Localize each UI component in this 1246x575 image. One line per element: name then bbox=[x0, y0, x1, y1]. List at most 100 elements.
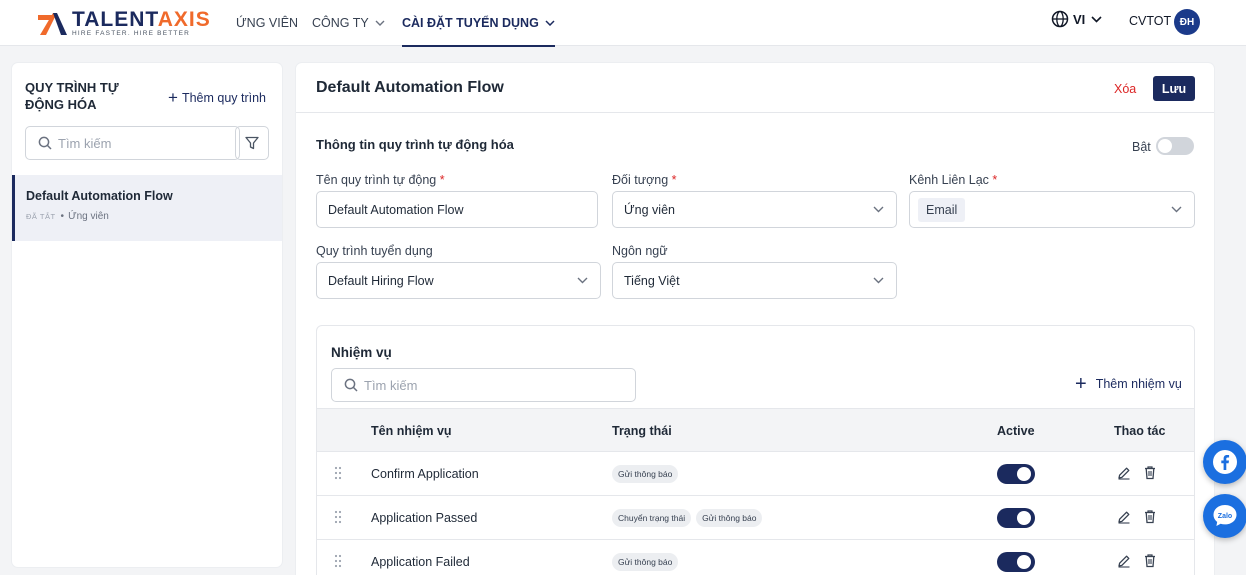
zalo-label: Zalo bbox=[1217, 512, 1233, 520]
user-name[interactable]: CVTOT bbox=[1129, 14, 1171, 28]
language-value: Tiếng Việt bbox=[624, 273, 680, 288]
enable-toggle[interactable] bbox=[1156, 137, 1194, 155]
task-status-tag: Gửi thông báo bbox=[612, 465, 679, 483]
column-header-status: Trạng thái bbox=[612, 424, 672, 438]
flow-name-label: Tên quy trình tự động * bbox=[316, 173, 445, 187]
sidebar-search[interactable] bbox=[25, 126, 240, 160]
language-label: Ngôn ngữ bbox=[612, 244, 668, 258]
hiring-flow-select[interactable]: Default Hiring Flow bbox=[316, 262, 601, 299]
task-name: Confirm Application bbox=[371, 467, 479, 481]
chevron-down-icon bbox=[1091, 15, 1102, 23]
hiring-flow-label: Quy trình tuyển dụng bbox=[316, 244, 433, 258]
channel-select[interactable]: Email bbox=[909, 191, 1195, 228]
brand-logo[interactable]: TALENTAXIS HIRE FASTER. HIRE BETTER bbox=[36, 9, 211, 38]
delete-button[interactable]: Xóa bbox=[1106, 77, 1145, 101]
user-avatar[interactable]: ĐH bbox=[1174, 9, 1200, 35]
page-title: Default Automation Flow bbox=[316, 79, 504, 96]
edit-icon[interactable] bbox=[1117, 510, 1131, 524]
sidebar-search-input[interactable] bbox=[58, 135, 208, 151]
task-search-input[interactable] bbox=[364, 377, 514, 393]
task-name: Application Passed bbox=[371, 511, 478, 525]
channel-label: Kênh Liên Lạc * bbox=[909, 173, 998, 187]
flow-name-input[interactable]: Default Automation Flow bbox=[316, 191, 598, 228]
drag-handle-icon[interactable] bbox=[334, 554, 342, 568]
drag-handle-icon[interactable] bbox=[334, 510, 342, 524]
table-header: Tên nhiệm vụ Trạng thái Active Thao tác bbox=[317, 408, 1194, 452]
brand-tagline: HIRE FASTER. HIRE BETTER bbox=[72, 30, 191, 37]
flow-detail-panel: Default Automation Flow Xóa Lưu Thông ti… bbox=[296, 63, 1214, 575]
nav-item-label: CÔNG TY bbox=[312, 16, 369, 30]
target-select[interactable]: Ứng viên bbox=[612, 191, 897, 228]
add-task-label: Thêm nhiệm vụ bbox=[1095, 377, 1182, 391]
edit-icon[interactable] bbox=[1117, 554, 1131, 568]
chevron-down-icon bbox=[577, 277, 588, 284]
search-icon bbox=[38, 136, 52, 150]
globe-icon bbox=[1051, 10, 1069, 28]
plus-icon: + bbox=[1075, 373, 1087, 395]
task-active-toggle[interactable] bbox=[997, 508, 1035, 528]
flow-list-item[interactable]: Default Automation Flow ĐÃ TẮT • Ứng viê… bbox=[12, 175, 282, 241]
panel-header: Default Automation Flow Xóa Lưu bbox=[296, 63, 1214, 113]
chevron-down-icon bbox=[1171, 206, 1182, 213]
channel-chip: Email bbox=[918, 197, 966, 222]
save-button[interactable]: Lưu bbox=[1153, 76, 1195, 101]
facebook-icon bbox=[1213, 450, 1237, 474]
tasks-card: Nhiệm vụ + Thêm nhiệm vụ Tên nhiệm vụ Tr… bbox=[316, 325, 1195, 575]
flow-status-badge: ĐÃ TẮT bbox=[26, 212, 56, 221]
search-icon bbox=[344, 378, 358, 392]
hiring-flow-value: Default Hiring Flow bbox=[328, 273, 434, 288]
task-active-toggle[interactable] bbox=[997, 464, 1035, 484]
task-status-tag: Gửi thông báo bbox=[696, 509, 763, 527]
enable-label: Bật bbox=[1132, 140, 1151, 154]
add-task-button[interactable]: + Thêm nhiệm vụ bbox=[1075, 374, 1182, 394]
automation-flow-sidebar: QUY TRÌNH TỰ ĐỘNG HÓA + Thêm quy trình D… bbox=[12, 63, 282, 567]
top-navigation: TALENTAXIS HIRE FASTER. HIRE BETTER ỨNG … bbox=[0, 0, 1246, 47]
chevron-down-icon bbox=[873, 277, 884, 284]
zalo-button[interactable]: Zalo bbox=[1203, 494, 1246, 538]
chevron-down-icon bbox=[873, 206, 884, 213]
facebook-button[interactable] bbox=[1203, 440, 1246, 484]
chevron-down-icon bbox=[375, 20, 385, 26]
add-flow-label: Thêm quy trình bbox=[181, 90, 267, 105]
target-value: Ứng viên bbox=[624, 202, 675, 217]
sidebar-title: QUY TRÌNH TỰ ĐỘNG HÓA bbox=[25, 80, 119, 112]
column-header-actions: Thao tác bbox=[1114, 424, 1166, 438]
language-switcher[interactable]: VI bbox=[1051, 10, 1102, 28]
brand-name: TALENTAXIS bbox=[72, 8, 211, 31]
column-header-name: Tên nhiệm vụ bbox=[371, 424, 452, 438]
table-row[interactable]: Application Failed Gửi thông báo bbox=[317, 540, 1194, 575]
flow-item-title: Default Automation Flow bbox=[26, 189, 173, 203]
table-row[interactable]: Confirm Application Gửi thông báo bbox=[317, 452, 1194, 496]
chevron-down-icon bbox=[545, 20, 555, 26]
nav-item-candidates[interactable]: ỨNG VIÊN bbox=[236, 0, 298, 46]
nav-item-label: ỨNG VIÊN bbox=[236, 16, 299, 30]
flow-item-target: Ứng viên bbox=[68, 211, 109, 222]
trash-icon[interactable] bbox=[1143, 509, 1157, 524]
trash-icon[interactable] bbox=[1143, 465, 1157, 480]
column-header-active: Active bbox=[997, 424, 1035, 438]
filter-button[interactable] bbox=[235, 126, 269, 160]
tasks-title: Nhiệm vụ bbox=[331, 345, 392, 360]
trash-icon[interactable] bbox=[1143, 553, 1157, 568]
drag-handle-icon[interactable] bbox=[334, 466, 342, 480]
section-title: Thông tin quy trình tự động hóa bbox=[316, 137, 514, 152]
task-status-tag: Chuyển trạng thái bbox=[612, 509, 692, 527]
target-label: Đối tượng * bbox=[612, 173, 677, 187]
add-flow-button[interactable]: + Thêm quy trình bbox=[168, 89, 266, 106]
task-search[interactable] bbox=[331, 368, 636, 402]
logo-mark-icon bbox=[36, 10, 68, 36]
filter-icon bbox=[245, 136, 259, 150]
flow-name-value: Default Automation Flow bbox=[328, 202, 464, 217]
plus-icon: + bbox=[168, 88, 178, 107]
separator-dot: • bbox=[60, 211, 65, 222]
language-select[interactable]: Tiếng Việt bbox=[612, 262, 897, 299]
task-status-tag: Gửi thông báo bbox=[612, 553, 679, 571]
nav-item-label: CÀI ĐẶT TUYỂN DỤNG bbox=[402, 16, 539, 30]
nav-item-company[interactable]: CÔNG TY bbox=[312, 0, 385, 46]
task-name: Application Failed bbox=[371, 555, 470, 569]
edit-icon[interactable] bbox=[1117, 466, 1131, 480]
task-active-toggle[interactable] bbox=[997, 552, 1035, 572]
nav-item-recruitment-settings[interactable]: CÀI ĐẶT TUYỂN DỤNG bbox=[402, 0, 555, 47]
table-row[interactable]: Application Passed Chuyển trạng thái Gửi… bbox=[317, 496, 1194, 540]
language-code: VI bbox=[1073, 11, 1086, 27]
